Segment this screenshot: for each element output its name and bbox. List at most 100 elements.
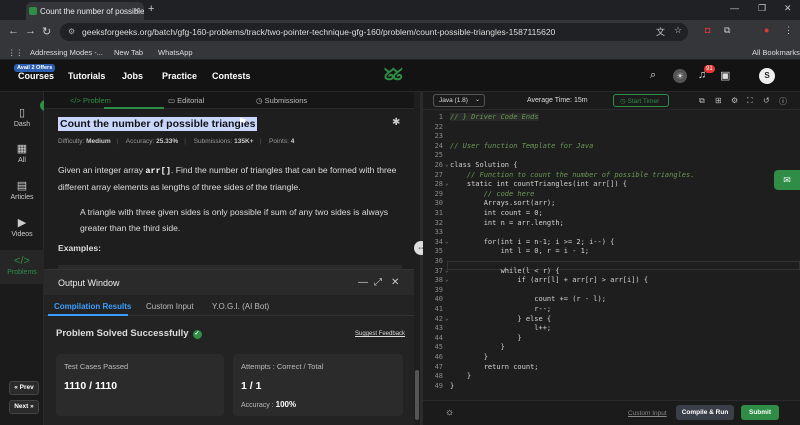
menu-courses[interactable]: Courses (18, 71, 54, 81)
sidebar-item-videos[interactable]: ▶ Videos (0, 216, 44, 238)
tab-editorial[interactable]: ▭ Editorial (168, 96, 204, 105)
all-bookmarks[interactable]: All Bookmarks (752, 48, 800, 57)
info-icon[interactable]: ⓘ (779, 96, 787, 107)
translate-icon[interactable]: 文 (656, 25, 665, 38)
sidebar-item-dash[interactable]: ▯ Dash (0, 106, 44, 128)
code-editor[interactable]: 1 // } Driver Code Ends 22 23 24 // User func… (423, 110, 800, 400)
menu-tutorials[interactable]: Tutorials (68, 71, 105, 81)
video-icon: ▶ (17, 217, 27, 229)
bookmarks-header-icon[interactable]: ▣ (720, 69, 730, 82)
sidebar-item-label: Videos (11, 231, 33, 238)
extensions-puzzle-icon[interactable]: ⧉ (724, 25, 730, 36)
line-number: 38 (434, 276, 443, 285)
accuracy-value: 25.33% (156, 138, 179, 145)
star-icon[interactable]: ☆ (674, 25, 682, 36)
theme-toggle-icon[interactable]: ☀ (673, 69, 687, 83)
new-tab-button[interactable]: + (148, 3, 154, 15)
accuracy-label: Accuracy : (241, 402, 274, 409)
bookmark-addressing-modes[interactable]: Addressing Modes -... (30, 48, 103, 57)
code-line: while(l < r) { (450, 266, 560, 275)
output-header: Output Window — ⤢ ✕ (44, 270, 414, 295)
gfg-logo-icon[interactable]: ᘜᘜ (384, 67, 403, 85)
search-icon[interactable]: ⌕ (650, 69, 656, 82)
next-label: Next (14, 403, 29, 410)
test-cases-label: Test Cases Passed (64, 362, 129, 371)
reset-icon[interactable]: ↺ (763, 96, 770, 105)
line-number: 23 (434, 132, 443, 141)
add-file-icon[interactable]: ⊞ (715, 96, 722, 105)
close-output-icon[interactable]: ✕ (391, 277, 399, 288)
start-timer-button[interactable]: ◷ Start Timer (613, 94, 669, 107)
next-button[interactable]: Next » (9, 400, 39, 414)
site-info-icon[interactable]: ⚙ (68, 27, 75, 36)
custom-input-link[interactable]: Custom Input (628, 410, 667, 417)
code-line: // code here (450, 189, 535, 198)
bookmark-whatsapp[interactable]: WhatsApp (158, 48, 193, 57)
code-line: l++; (450, 324, 552, 333)
profile-avatar-icon[interactable]: ● (764, 25, 769, 35)
prev-button[interactable]: « Prev (9, 381, 39, 395)
tab-yogi-ai-bot[interactable]: Y.O.G.I. (AI Bot) (212, 302, 269, 311)
apps-icon[interactable]: ⋮⋮ (8, 48, 23, 57)
points-label: Points: (269, 138, 289, 145)
extension-icon[interactable]: ◘ (705, 25, 710, 35)
url-input[interactable]: ⚙ geeksforgeeks.org/batch/gfg-160-proble… (60, 23, 688, 41)
scrollbar-thumb[interactable] (415, 370, 419, 420)
bookmark-icon[interactable]: ⚑ (238, 117, 247, 128)
fullscreen-icon[interactable]: ⛶ (747, 96, 753, 106)
menu-jobs[interactable]: Jobs (122, 71, 143, 81)
line-number: 48 (434, 372, 443, 381)
fold-chevron-icon[interactable]: ⌄ (445, 180, 449, 187)
tab-custom-input[interactable]: Custom Input (146, 302, 194, 311)
settings-icon[interactable]: ⚙ (731, 96, 738, 105)
fold-chevron-icon[interactable]: ⌄ (445, 267, 449, 274)
menu-contests[interactable]: Contests (212, 71, 251, 81)
report-bug-icon[interactable]: ✱ (392, 117, 400, 128)
expand-output-icon[interactable]: ⤢ (374, 277, 382, 288)
fold-chevron-icon[interactable]: ⌄ (445, 161, 449, 168)
sidebar-item-all[interactable]: ▦ All (0, 142, 44, 164)
minimize-icon[interactable]: — (730, 3, 739, 13)
line-number: 1 (438, 113, 443, 121)
code-line: return count; (450, 362, 539, 371)
tab-submissions[interactable]: ◷ Submissions (256, 96, 307, 105)
compile-run-button[interactable]: Compile & Run (676, 405, 734, 420)
tab-compilation-results[interactable]: Compilation Results (54, 302, 131, 311)
avatar[interactable]: S (759, 68, 775, 84)
code-line: } else { (450, 314, 552, 323)
theme-sun-icon[interactable]: ☼ (445, 407, 454, 418)
language-value: Java (1.8) (439, 97, 468, 104)
tab-problem[interactable]: </> Problem (70, 96, 111, 105)
maximize-icon[interactable]: ❐ (758, 3, 766, 14)
fold-chevron-icon[interactable]: ⌄ (445, 238, 449, 245)
chat-icon[interactable]: ✉ (774, 170, 800, 190)
language-select[interactable]: Java (1.8) ⌄ (433, 94, 485, 107)
reload-icon[interactable]: ↻ (42, 25, 51, 38)
menu-practice[interactable]: Practice (162, 71, 197, 81)
code-line: } (450, 333, 522, 342)
accuracy-value: 100% (275, 400, 297, 409)
test-cases-value: 1110 / 1110 (64, 380, 118, 392)
fold-chevron-icon[interactable]: ⌄ (445, 276, 449, 283)
sidebar-item-label: Articles (10, 194, 34, 201)
notification-count: 91 (704, 65, 715, 73)
submit-button[interactable]: Submit (741, 405, 779, 420)
browser-tab[interactable]: Count the number of possible t ✕ (26, 2, 144, 20)
close-tab-icon[interactable]: ✕ (133, 6, 140, 15)
fold-chevron-icon[interactable]: ⌄ (445, 315, 449, 322)
active-output-tab-indicator (48, 314, 128, 316)
suggest-feedback-link[interactable]: Suggest Feedback (355, 331, 405, 337)
back-icon[interactable]: ← (8, 25, 19, 37)
bookmark-new-tab[interactable]: New Tab (114, 48, 143, 57)
minimize-output-icon[interactable]: — (358, 277, 368, 288)
line-number: 32 (434, 218, 443, 227)
more-menu-icon[interactable]: ⋮ (784, 25, 793, 36)
chevron-down-icon: ⌄ (474, 97, 480, 103)
copy-icon[interactable]: ⧉ (699, 96, 705, 106)
sidebar-item-articles[interactable]: ▤ Articles (0, 179, 44, 201)
line-number: 47 (434, 362, 443, 371)
close-window-icon[interactable]: ✕ (784, 3, 792, 14)
forward-icon[interactable]: → (25, 25, 36, 37)
sidebar-item-problems[interactable]: </> Problems (0, 250, 44, 284)
tab-title: Count the number of possible t (40, 7, 144, 16)
